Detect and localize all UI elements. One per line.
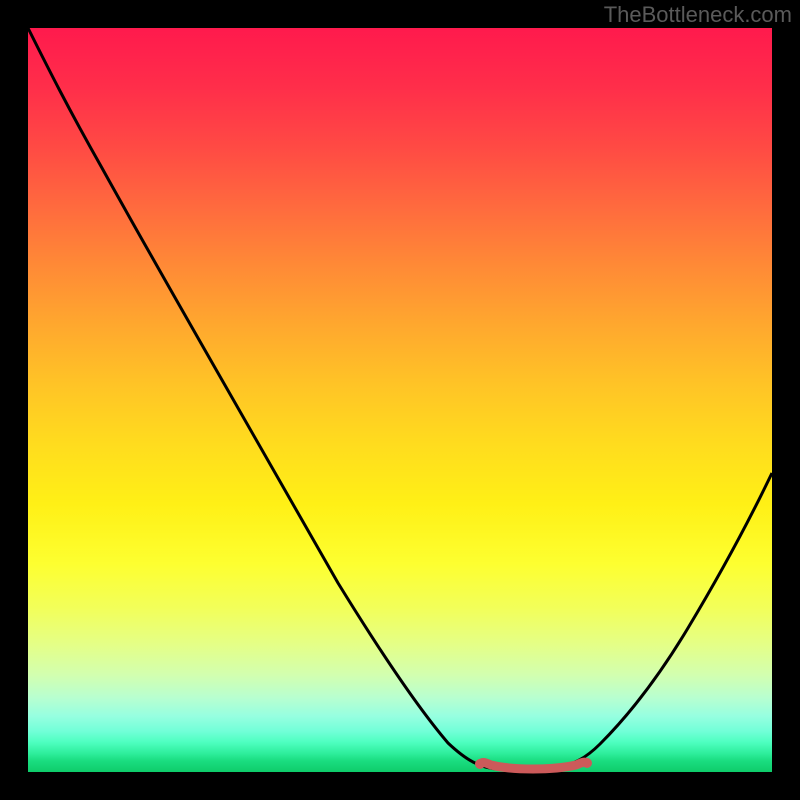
marker-end-dot	[582, 758, 592, 768]
chart-svg	[28, 28, 772, 772]
optimal-range-marker	[480, 762, 587, 769]
chart-plot-area	[28, 28, 772, 772]
marker-start-dot	[475, 759, 485, 769]
bottleneck-curve	[28, 28, 772, 770]
watermark-text: TheBottleneck.com	[604, 2, 792, 28]
